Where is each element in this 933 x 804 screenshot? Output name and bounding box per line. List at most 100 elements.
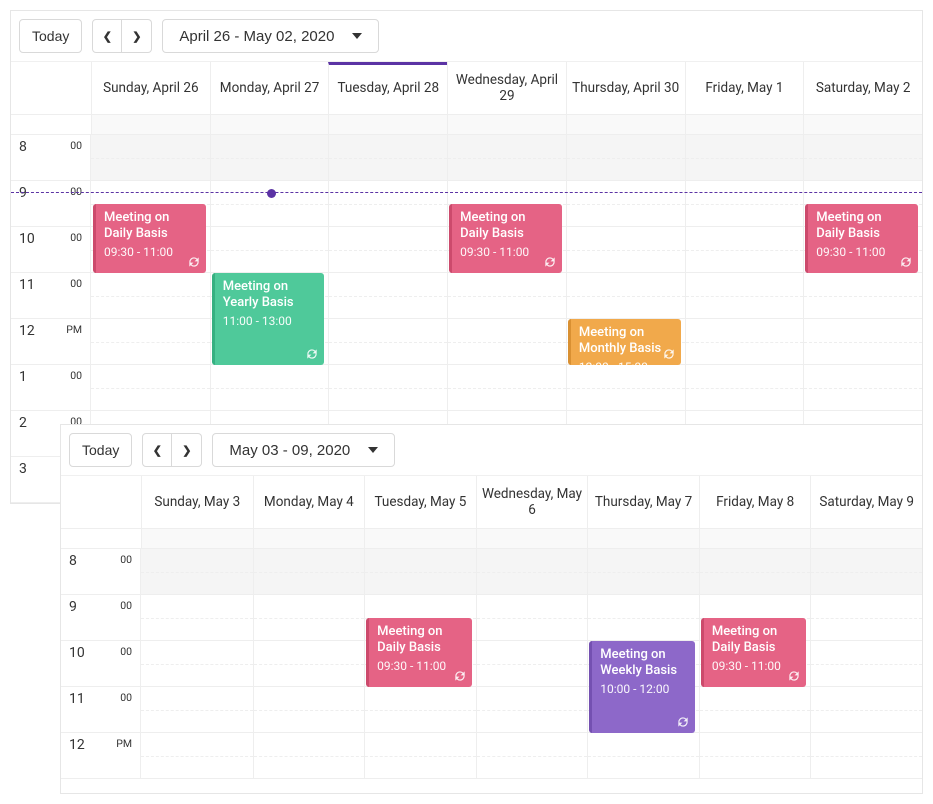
time-slot[interactable] [699,733,811,779]
calendar-event[interactable]: Meeting on Weekly Basis10:00 - 12:00 [589,641,695,733]
time-slot[interactable] [447,319,566,365]
time-slot[interactable] [810,549,922,595]
day-header[interactable]: Monday, April 27 [210,62,329,115]
day-header[interactable]: Thursday, April 30 [566,62,685,115]
date-range-button[interactable]: May 03 - 09, 2020 [212,433,395,467]
calendar-grid[interactable]: Meeting on Daily Basis09:30 - 11:00Meeti… [141,549,922,779]
time-slot[interactable] [253,641,365,687]
time-slot[interactable] [447,365,566,411]
time-slot[interactable] [685,365,804,411]
allday-cell[interactable] [91,115,210,135]
next-button[interactable]: ❯ [172,433,202,467]
time-slot[interactable] [253,733,365,779]
time-slot[interactable] [328,319,447,365]
allday-cell[interactable] [587,529,699,549]
time-slot[interactable] [364,687,476,733]
time-slot[interactable] [810,687,922,733]
time-slot[interactable] [328,227,447,273]
calendar-event[interactable]: Meeting on Daily Basis09:30 - 11:00 [93,204,206,273]
day-header[interactable]: Sunday, May 3 [141,476,253,529]
allday-cell[interactable] [803,115,922,135]
today-button[interactable]: Today [69,433,132,467]
time-slot[interactable] [141,733,253,779]
time-slot[interactable] [210,181,329,227]
time-slot[interactable] [587,549,699,595]
day-header[interactable]: Wednesday, April 29 [447,62,566,115]
time-slot[interactable] [253,687,365,733]
day-header[interactable]: Sunday, April 26 [91,62,210,115]
time-slot[interactable] [476,595,588,641]
calendar-event[interactable]: Meeting on Daily Basis09:30 - 11:00 [449,204,562,273]
allday-cell[interactable] [476,529,588,549]
time-slot[interactable] [141,687,253,733]
next-button[interactable]: ❯ [122,19,152,53]
time-slot[interactable] [476,549,588,595]
calendar-event[interactable]: Meeting on Daily Basis09:30 - 11:00 [805,204,918,273]
allday-cell[interactable] [810,529,922,549]
time-slot[interactable] [803,319,922,365]
allday-cell[interactable] [699,529,811,549]
date-range-button[interactable]: April 26 - May 02, 2020 [162,19,379,53]
time-slot[interactable] [476,733,588,779]
time-slot[interactable] [210,135,329,181]
time-slot[interactable] [803,365,922,411]
time-slot[interactable] [91,135,210,181]
time-slot[interactable] [210,227,329,273]
allday-cell[interactable] [566,115,685,135]
time-slot[interactable] [699,687,811,733]
today-button[interactable]: Today [19,19,82,53]
time-slot[interactable] [364,549,476,595]
time-slot[interactable] [91,365,210,411]
prev-button[interactable]: ❮ [92,19,122,53]
time-slot[interactable] [447,135,566,181]
time-slot[interactable] [810,595,922,641]
time-slot[interactable] [566,135,685,181]
time-slot[interactable] [91,319,210,365]
time-slot[interactable] [803,273,922,319]
calendar-event[interactable]: Meeting on Daily Basis09:30 - 11:00 [366,618,472,687]
calendar-event[interactable]: Meeting on Yearly Basis11:00 - 13:00 [212,273,325,365]
calendar-event[interactable]: Meeting on Daily Basis09:30 - 11:00 [701,618,807,687]
time-slot[interactable] [253,549,365,595]
time-slot[interactable] [566,273,685,319]
time-slot[interactable] [566,365,685,411]
time-slot[interactable] [328,135,447,181]
day-header[interactable]: Wednesday, May 6 [476,476,588,529]
day-header[interactable]: Saturday, May 2 [803,62,922,115]
time-slot[interactable] [685,227,804,273]
time-slot[interactable] [328,365,447,411]
day-header[interactable]: Monday, May 4 [253,476,365,529]
time-slot[interactable] [328,181,447,227]
day-header[interactable]: Tuesday, May 5 [364,476,476,529]
allday-cell[interactable] [364,529,476,549]
time-slot[interactable] [566,181,685,227]
time-slot[interactable] [685,273,804,319]
time-slot[interactable] [685,181,804,227]
day-header[interactable]: Saturday, May 9 [810,476,922,529]
prev-button[interactable]: ❮ [142,433,172,467]
time-slot[interactable] [566,227,685,273]
time-slot[interactable] [476,687,588,733]
calendar-event[interactable]: Meeting on Monthly Basis12:00 - 15:00 [568,319,681,365]
time-slot[interactable] [803,135,922,181]
time-slot[interactable] [476,641,588,687]
time-slot[interactable] [141,549,253,595]
allday-cell[interactable] [253,529,365,549]
time-slot[interactable] [685,319,804,365]
time-slot[interactable] [685,135,804,181]
time-slot[interactable] [364,733,476,779]
day-header[interactable]: Friday, May 8 [699,476,811,529]
time-slot[interactable] [141,641,253,687]
time-slot[interactable] [810,641,922,687]
allday-cell[interactable] [141,529,253,549]
time-slot[interactable] [810,733,922,779]
allday-cell[interactable] [685,115,804,135]
allday-cell[interactable] [328,115,447,135]
day-header[interactable]: Thursday, May 7 [587,476,699,529]
time-slot[interactable] [210,365,329,411]
time-slot[interactable] [91,273,210,319]
time-slot[interactable] [699,549,811,595]
time-slot[interactable] [587,733,699,779]
allday-cell[interactable] [447,115,566,135]
time-slot[interactable] [253,595,365,641]
